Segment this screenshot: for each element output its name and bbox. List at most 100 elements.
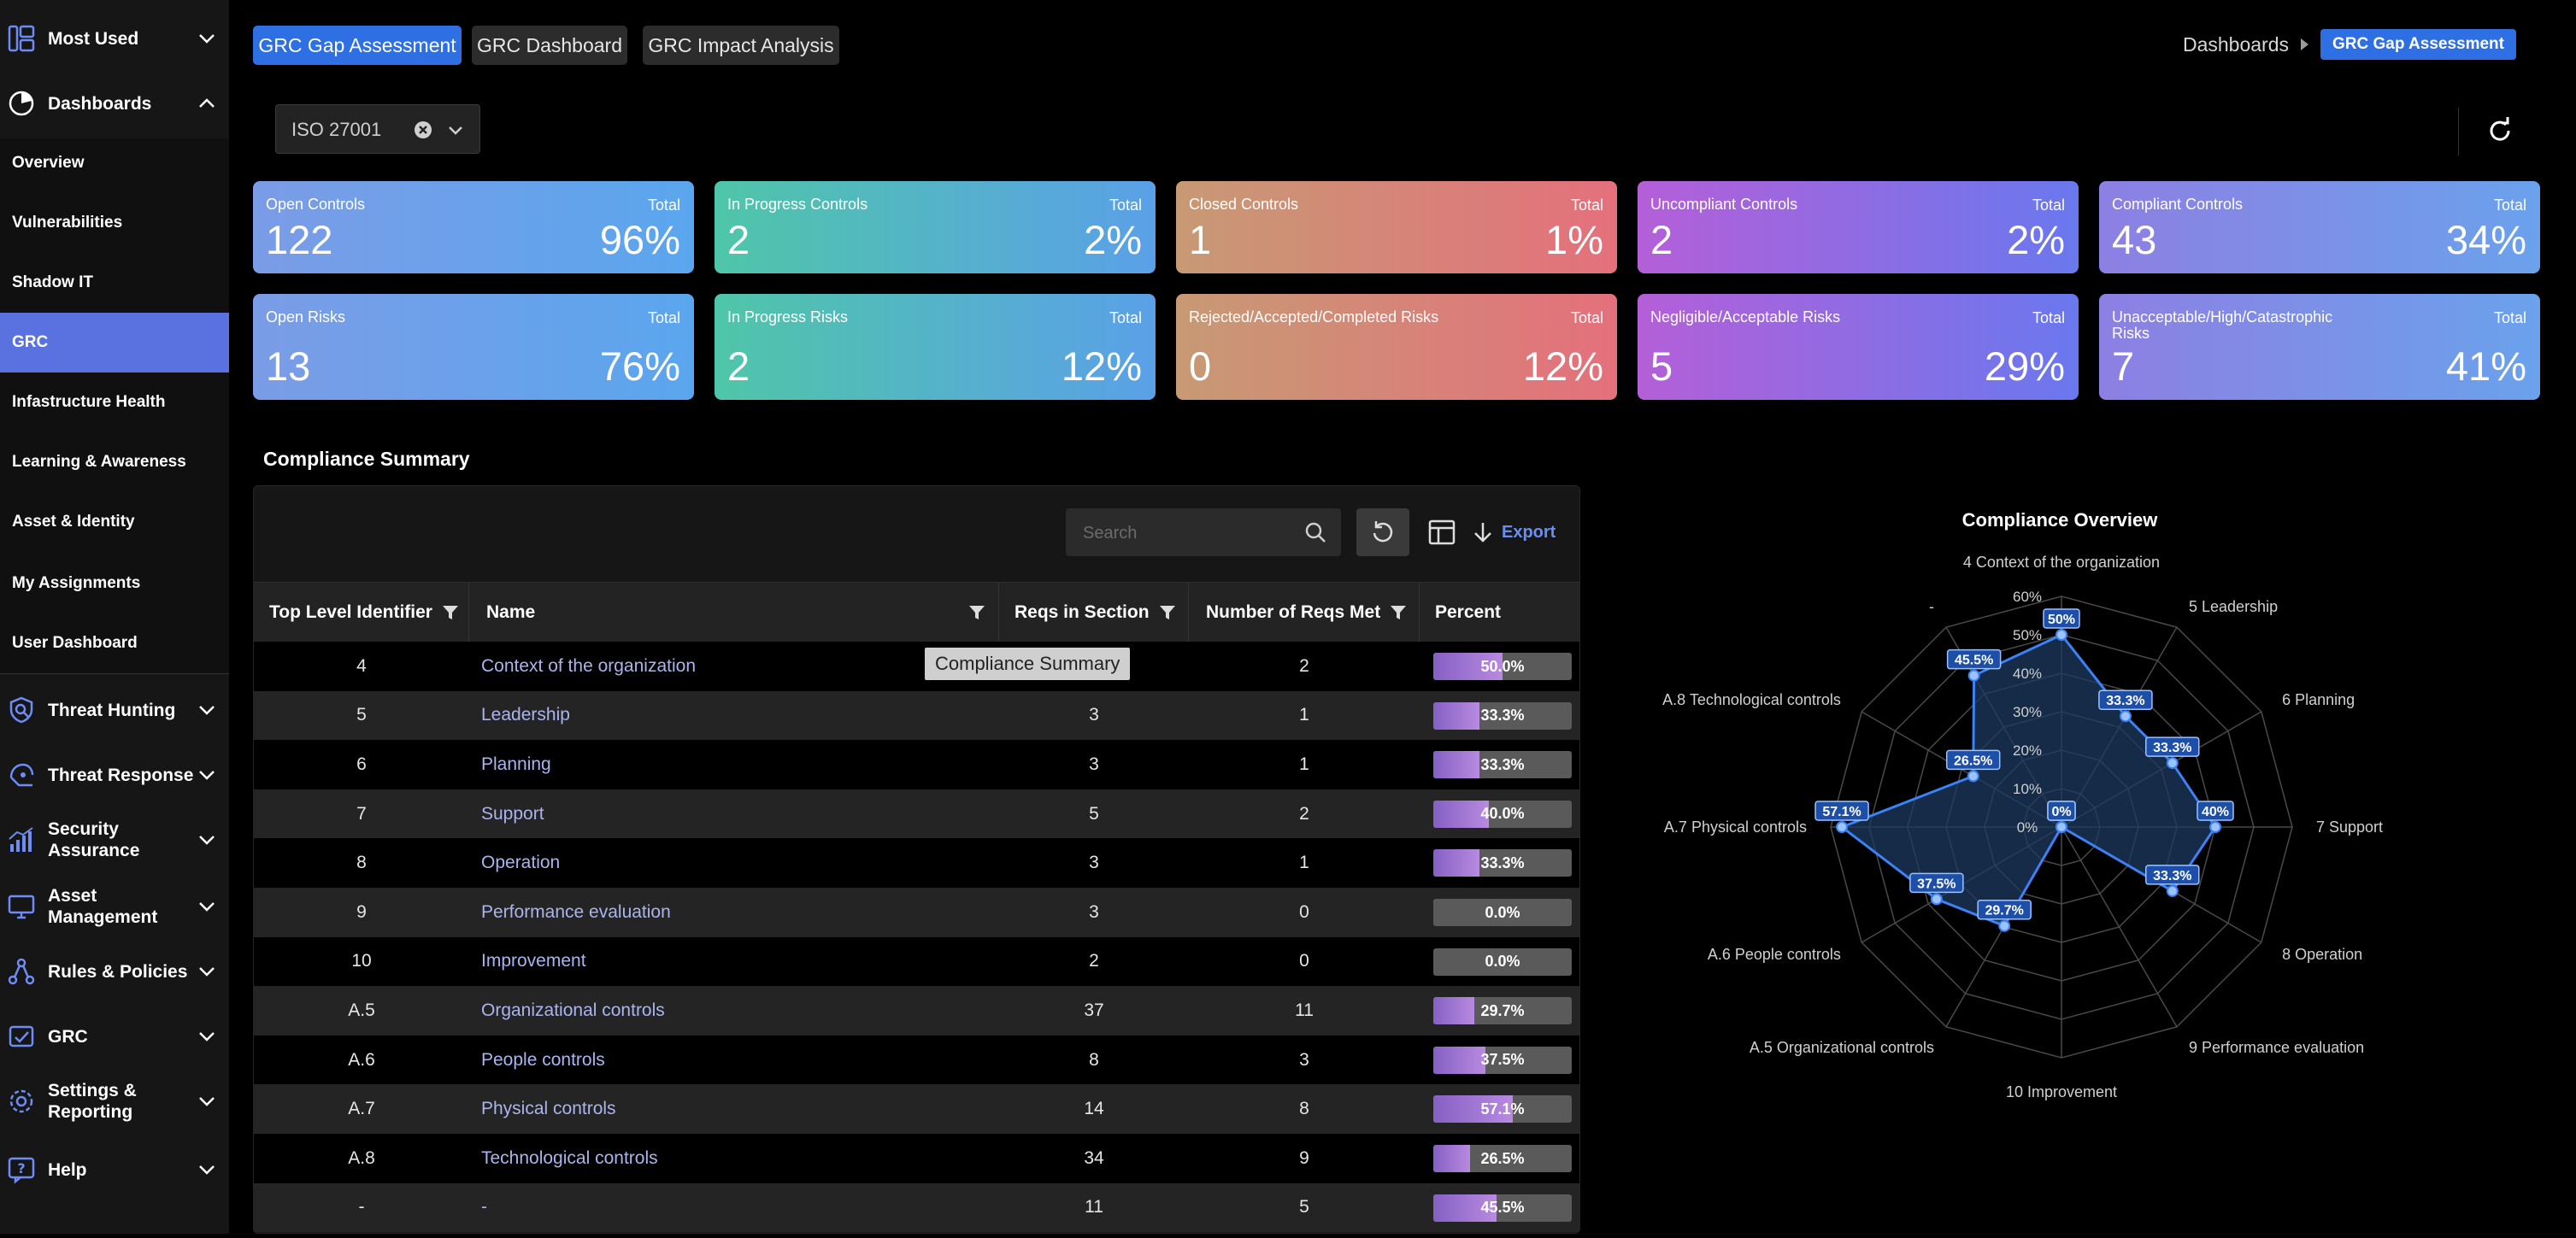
chevron-down-icon bbox=[199, 771, 215, 780]
table-row[interactable]: 10 Improvement 2 0 0.0% bbox=[254, 936, 1579, 987]
sidebar-item-infrastructure-health[interactable]: Infastructure Health bbox=[0, 374, 229, 431]
kpi-card[interactable]: Negligible/Acceptable Risks Total 5 29% bbox=[1638, 294, 2079, 400]
table-row[interactable]: 4Context of the organization4250.0% bbox=[254, 642, 1579, 691]
data-label: 57.1% bbox=[1822, 805, 1861, 819]
kpi-card-total-label: Total bbox=[1109, 309, 1142, 326]
data-label: 26.5% bbox=[1954, 754, 1992, 768]
kpi-card[interactable]: Unacceptable/High/Catastrophic Risks Tota… bbox=[2099, 294, 2540, 400]
kpi-card[interactable]: Open Controls Total 122 96% bbox=[253, 181, 694, 273]
table-row[interactable]: A.6 People controls 8 3 37.5% bbox=[254, 1035, 1579, 1085]
sidebar-item-my-assignments[interactable]: My Assignments bbox=[0, 555, 229, 612]
toolbar-divider bbox=[2458, 108, 2459, 155]
sidebar-item-vulnerabilities[interactable]: Vulnerabilities bbox=[0, 195, 229, 251]
filter-icon[interactable] bbox=[1158, 603, 1177, 622]
kpi-card-label: Uncompliant Controls bbox=[1650, 196, 1798, 213]
radar-point bbox=[1998, 919, 2011, 932]
cell-name-link[interactable]: Physical controls bbox=[481, 1084, 994, 1134]
nav-group-dashboards[interactable]: Dashboards bbox=[0, 84, 229, 123]
refresh-icon[interactable] bbox=[2484, 114, 2516, 147]
nav-group-settings-reporting[interactable]: Settings & Reporting bbox=[0, 1078, 229, 1124]
sidebar-item-asset-identity[interactable]: Asset & Identity bbox=[0, 494, 229, 550]
cell-reqs: 3 bbox=[1089, 705, 1099, 725]
cell-name-link[interactable]: Support bbox=[481, 789, 994, 839]
tab-grc-impact-analysis[interactable]: GRC Impact Analysis bbox=[643, 26, 839, 65]
percent-bar-label: 50.0% bbox=[1480, 657, 1525, 675]
columns-button[interactable] bbox=[1423, 513, 1461, 551]
data-label: 37.5% bbox=[1917, 877, 1956, 891]
framework-select[interactable]: ISO 27001 bbox=[275, 104, 480, 154]
nav-group-rules-policies[interactable]: Rules & Policies bbox=[0, 950, 229, 993]
column-header-name[interactable]: Name bbox=[469, 583, 999, 642]
table-row[interactable]: 5 Leadership 3 1 33.3% bbox=[254, 690, 1579, 741]
nav-group-label: Rules & Policies bbox=[48, 961, 188, 982]
cell-name-link[interactable]: Planning bbox=[481, 740, 994, 789]
tab-grc-gap-assessment[interactable]: GRC Gap Assessment bbox=[253, 26, 462, 65]
table-row[interactable]: 9 Performance evaluation 3 0 0.0% bbox=[254, 888, 1579, 937]
cell-reqs-met: 0 bbox=[1299, 951, 1309, 971]
filter-icon[interactable] bbox=[1389, 603, 1408, 622]
column-header-reqs-met[interactable]: Number of Reqs Met bbox=[1189, 583, 1420, 642]
filter-icon[interactable] bbox=[967, 603, 986, 622]
sidebar-item-learning-awareness[interactable]: Learning & Awareness bbox=[0, 434, 229, 490]
kpi-card-total-label: Total bbox=[2032, 309, 2065, 326]
percent-bar-label: 33.3% bbox=[1480, 854, 1525, 871]
cell-name-link[interactable]: Performance evaluation bbox=[481, 888, 994, 937]
nav-group-asset-management[interactable]: Asset Management bbox=[0, 883, 229, 930]
column-header-top-level-identifier[interactable]: Top Level Identifier bbox=[254, 583, 469, 642]
kpi-card[interactable]: Closed Controls Total 1 1% bbox=[1176, 181, 1617, 273]
column-header-reqs-in-section[interactable]: Reqs in Section bbox=[999, 583, 1189, 642]
cell-name-link[interactable]: - bbox=[481, 1183, 994, 1233]
nav-group-most-used[interactable]: Most Used bbox=[0, 19, 229, 58]
cell-name-link[interactable]: Technological controls bbox=[481, 1134, 994, 1183]
cell-name-link[interactable]: Context of the organization bbox=[481, 642, 994, 691]
nav-group-help[interactable]: ? Help bbox=[0, 1148, 229, 1191]
nav-group-grc[interactable]: GRC bbox=[0, 1015, 229, 1058]
table-row[interactable]: A.8 Technological controls 34 9 26.5% bbox=[254, 1134, 1579, 1183]
percent-bar: 57.1% bbox=[1433, 1095, 1572, 1124]
nav-group-security-assurance[interactable]: Security Assurance bbox=[0, 817, 229, 863]
sidebar-item-shadow-it[interactable]: Shadow IT bbox=[0, 255, 229, 311]
sidebar-item-grc[interactable]: GRC bbox=[0, 313, 229, 373]
nav-group-threat-response[interactable]: Threat Response bbox=[0, 754, 229, 796]
table-row[interactable]: A.7 Physical controls 14 8 57.1% bbox=[254, 1084, 1579, 1134]
percent-bar-label: 37.5% bbox=[1480, 1051, 1525, 1069]
table-row[interactable]: 7 Support 5 2 40.0% bbox=[254, 789, 1579, 839]
reset-button[interactable] bbox=[1356, 508, 1409, 556]
kpi-card[interactable]: In Progress Controls Total 2 2% bbox=[715, 181, 1156, 273]
export-button[interactable]: Export bbox=[1471, 513, 1556, 551]
radar-point bbox=[2056, 821, 2067, 833]
category-label: 8 Operation bbox=[2282, 946, 2362, 963]
table-row[interactable]: A.5 Organizational controls 37 11 29.7% bbox=[254, 986, 1579, 1036]
search-icon[interactable] bbox=[1303, 520, 1327, 544]
cell-identifier: 8 bbox=[356, 853, 367, 873]
table-row[interactable]: - - 11 5 45.5% bbox=[254, 1182, 1579, 1233]
search-input[interactable] bbox=[1081, 508, 1298, 558]
chevron-down-icon bbox=[199, 34, 215, 44]
nav-group-threat-hunting[interactable]: Threat Hunting bbox=[0, 689, 229, 731]
sidebar-item-user-dashboard[interactable]: User Dashboard bbox=[0, 615, 229, 672]
kpi-card[interactable]: Uncompliant Controls Total 2 2% bbox=[1638, 181, 2079, 273]
tab-grc-dashboard[interactable]: GRC Dashboard bbox=[472, 26, 627, 65]
cell-name-link[interactable]: People controls bbox=[481, 1036, 994, 1085]
kpi-card[interactable]: Open Risks Total 13 76% bbox=[253, 294, 694, 400]
kpi-card[interactable]: Rejected/Accepted/Completed Risks Total 0 1… bbox=[1176, 294, 1617, 400]
kpi-card-count: 122 bbox=[266, 217, 333, 262]
cell-identifier: 9 bbox=[356, 901, 367, 922]
breadcrumb-dashboards-link[interactable]: Dashboards bbox=[2183, 33, 2289, 56]
cell-name-link[interactable]: Improvement bbox=[481, 937, 994, 987]
kpi-card[interactable]: Compliant Controls Total 43 34% bbox=[2099, 181, 2540, 273]
table-row[interactable]: 6 Planning 3 1 33.3% bbox=[254, 740, 1579, 789]
clear-icon[interactable] bbox=[413, 120, 433, 140]
cell-name-link[interactable]: Leadership bbox=[481, 691, 994, 741]
percent-bar: 45.5% bbox=[1433, 1194, 1572, 1222]
column-header-percent[interactable]: Percent bbox=[1420, 583, 1579, 642]
cell-name-link[interactable]: Organizational controls bbox=[481, 986, 994, 1036]
sidebar-item-overview[interactable]: Overview bbox=[0, 135, 229, 191]
radar-point bbox=[1930, 893, 1943, 906]
kpi-card[interactable]: In Progress Risks Total 2 12% bbox=[715, 294, 1156, 400]
column-header-label: Name bbox=[486, 602, 536, 622]
radar-point bbox=[2209, 821, 2221, 833]
table-row[interactable]: 8 Operation 3 1 33.3% bbox=[254, 838, 1579, 888]
filter-icon[interactable] bbox=[441, 603, 460, 622]
cell-name-link[interactable]: Operation bbox=[481, 838, 994, 888]
